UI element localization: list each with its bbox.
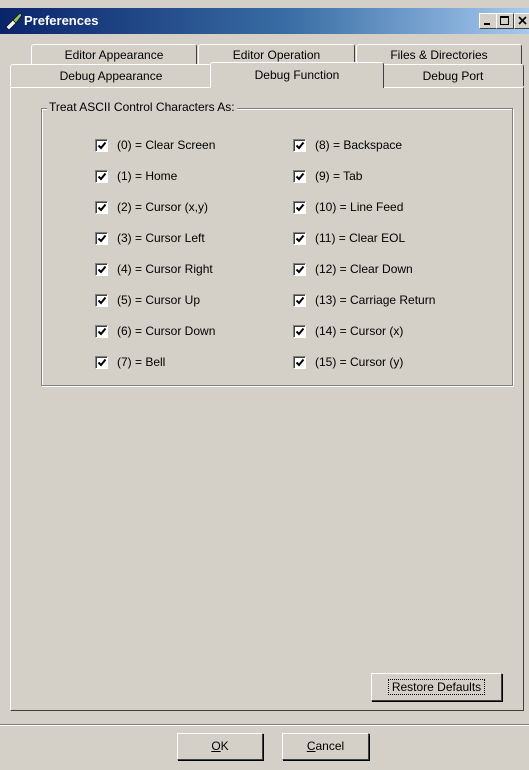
maximize-button[interactable] <box>496 13 514 29</box>
tab-label: Files & Directories <box>390 48 488 62</box>
checkbox-label: (4) = Cursor Right <box>117 262 213 276</box>
checkbox-label: (15) = Cursor (y) <box>315 355 404 369</box>
checkbox[interactable] <box>95 139 108 152</box>
checkmark-icon <box>97 358 107 367</box>
maximize-icon <box>500 16 509 25</box>
checkbox[interactable] <box>293 139 306 152</box>
checkbox[interactable] <box>95 170 108 183</box>
checkbox-label: (9) = Tab <box>315 169 363 183</box>
close-button[interactable] <box>514 13 529 29</box>
checkbox[interactable] <box>293 325 306 338</box>
ok-button[interactable]: OK <box>177 733 263 760</box>
checkmark-icon <box>97 172 107 181</box>
restore-defaults-label: Restore Defaults <box>387 679 486 695</box>
checkbox[interactable] <box>95 201 108 214</box>
app-icon <box>4 11 24 31</box>
checkbox-label: (7) = Bell <box>117 355 166 369</box>
checkmark-icon <box>97 234 107 243</box>
checkbox[interactable] <box>293 170 306 183</box>
tab-label: Editor Operation <box>232 48 321 62</box>
checkbox-label: (12) = Clear Down <box>315 262 413 276</box>
debug-function-panel: Treat ASCII Control Characters As: (0) =… <box>10 87 524 711</box>
tab-debug-port[interactable]: Debug Port <box>382 64 524 86</box>
minimize-button[interactable] <box>479 13 497 29</box>
checkbox[interactable] <box>95 325 108 338</box>
checkbox-label: (14) = Cursor (x) <box>315 324 404 338</box>
checkmark-icon <box>295 172 305 181</box>
tab-label: Debug Appearance <box>59 69 163 83</box>
checkmark-icon <box>97 327 107 336</box>
checkmark-icon <box>295 203 305 212</box>
tab-debug-function[interactable]: Debug Function <box>210 62 384 88</box>
checkbox-label: (1) = Home <box>117 169 178 183</box>
cancel-button[interactable]: Cancel <box>282 733 369 760</box>
checkbox[interactable] <box>293 294 306 307</box>
checkbox[interactable] <box>293 356 306 369</box>
checkbox-label: (6) = Cursor Down <box>117 324 216 338</box>
checkbox[interactable] <box>95 263 108 276</box>
cancel-label: ancel <box>315 739 345 753</box>
tab-editor-operation[interactable]: Editor Operation <box>198 44 355 64</box>
title-bar[interactable]: Preferences <box>0 8 529 34</box>
checkbox[interactable] <box>293 201 306 214</box>
checkbox-label: (0) = Clear Screen <box>117 138 216 152</box>
tab-label: Debug Port <box>422 69 484 83</box>
checkbox-label: (3) = Cursor Left <box>117 231 205 245</box>
checkbox[interactable] <box>95 356 108 369</box>
checkmark-icon <box>97 296 107 305</box>
checkbox-label: (10) = Line Feed <box>315 200 404 214</box>
checkmark-icon <box>295 358 305 367</box>
checkmark-icon <box>295 296 305 305</box>
checkbox-label: (13) = Carriage Return <box>315 293 436 307</box>
restore-defaults-button[interactable]: Restore Defaults <box>371 673 502 701</box>
tab-label: Debug Function <box>254 68 340 82</box>
checkbox[interactable] <box>95 232 108 245</box>
minimize-icon <box>484 23 490 25</box>
divider <box>0 724 529 726</box>
checkbox-label: (8) = Backspace <box>315 138 403 152</box>
checkbox-label: (2) = Cursor (x,y) <box>117 200 209 214</box>
close-icon <box>518 16 527 25</box>
tab-debug-appearance[interactable]: Debug Appearance <box>10 64 212 86</box>
checkmark-icon <box>97 203 107 212</box>
tab-label: Editor Appearance <box>64 48 164 62</box>
checkmark-icon <box>295 265 305 274</box>
checkmark-icon <box>295 141 305 150</box>
group-label: Treat ASCII Control Characters As: <box>47 100 237 114</box>
tab-files-directories[interactable]: Files & Directories <box>356 44 522 64</box>
checkmark-icon <box>97 141 107 150</box>
checkmark-icon <box>97 265 107 274</box>
ok-hotkey: O <box>211 739 221 753</box>
ascii-control-group <box>41 108 513 386</box>
window-title: Preferences <box>24 13 99 28</box>
checkbox[interactable] <box>293 263 306 276</box>
ok-label: K <box>220 739 229 753</box>
checkbox-label: (11) = Clear EOL <box>315 231 406 245</box>
tab-editor-appearance[interactable]: Editor Appearance <box>31 44 197 64</box>
checkbox-label: (5) = Cursor Up <box>117 293 201 307</box>
checkbox[interactable] <box>293 232 306 245</box>
checkbox[interactable] <box>95 294 108 307</box>
preferences-dialog: Preferences Editor Appearance Editor Ope… <box>0 0 529 770</box>
checkmark-icon <box>295 234 305 243</box>
checkmark-icon <box>295 327 305 336</box>
